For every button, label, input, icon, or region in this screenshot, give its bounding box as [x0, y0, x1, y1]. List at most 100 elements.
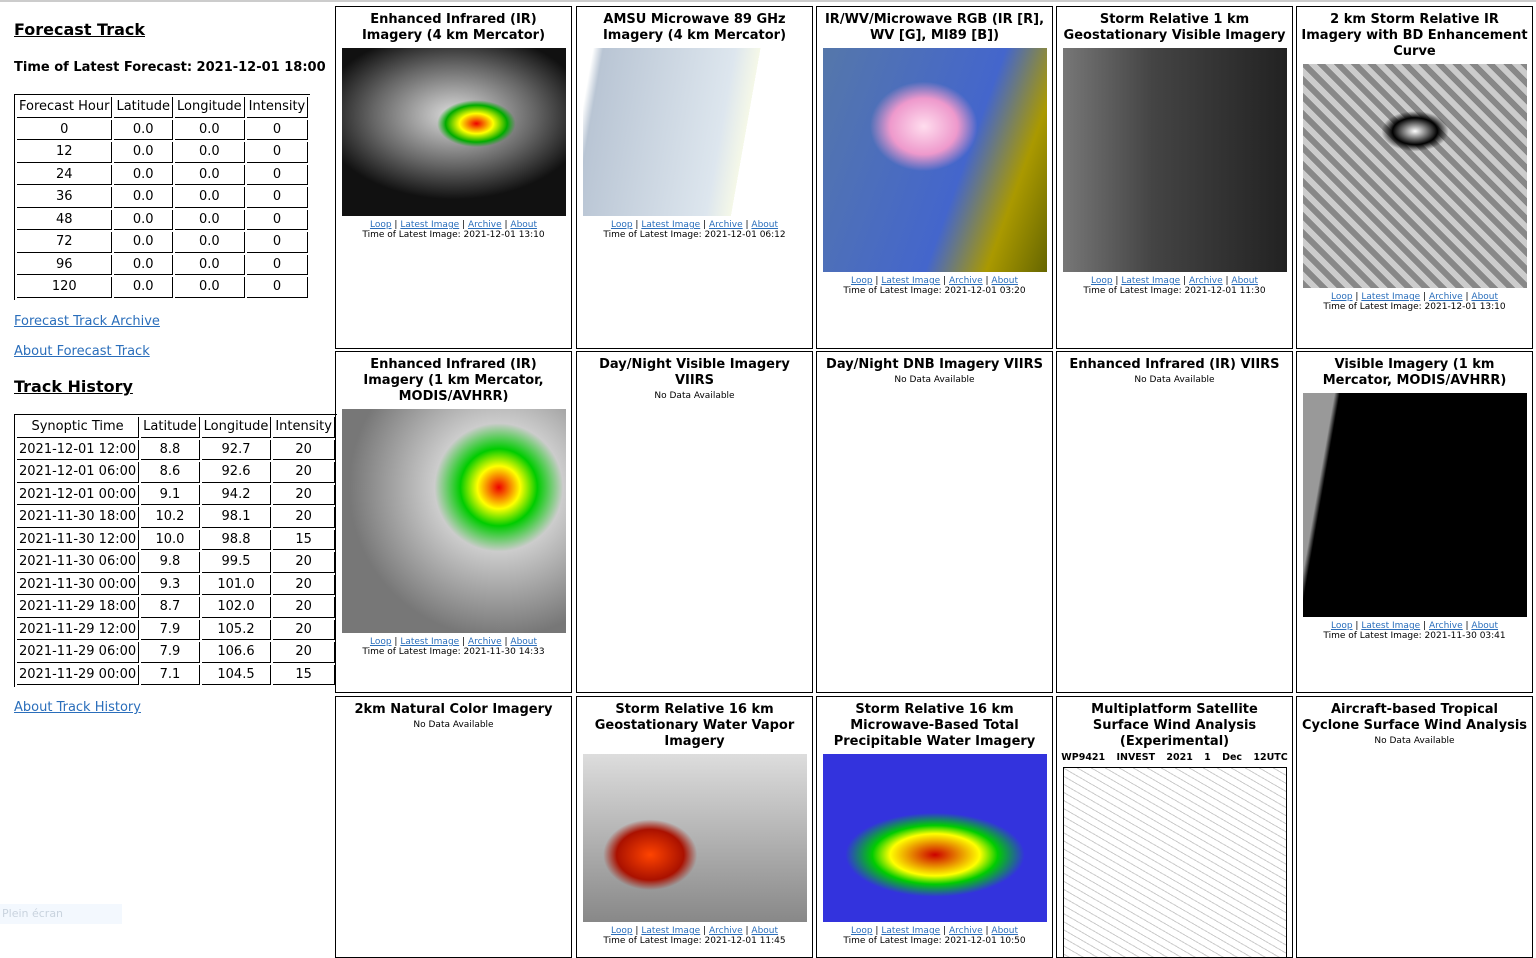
latest-image-link[interactable]: Latest Image: [641, 220, 700, 230]
archive-link[interactable]: Archive: [709, 220, 743, 230]
about-track-history-link[interactable]: About Track History: [14, 700, 141, 715]
track-history-heading: Track History: [14, 377, 133, 396]
forecast-row: 36 0.0 0.0 0: [17, 187, 309, 208]
latest-image-link[interactable]: Latest Image: [1361, 621, 1420, 631]
table-cell: 0.0: [114, 142, 173, 163]
satellite-image[interactable]: [822, 754, 1047, 922]
about-link[interactable]: About: [751, 926, 778, 936]
no-data-text: No Data Available: [413, 720, 494, 730]
satellite-image[interactable]: [822, 48, 1047, 272]
column-header: Intensity: [246, 97, 309, 118]
about-link[interactable]: About: [510, 220, 537, 230]
table-cell: 2021-11-29 06:00: [17, 642, 140, 663]
table-cell: 2021-11-30 00:00: [17, 574, 140, 595]
loop-link[interactable]: Loop: [1091, 276, 1113, 286]
archive-link[interactable]: Archive: [949, 276, 983, 286]
satellite-image[interactable]: [341, 409, 566, 633]
loop-link[interactable]: Loop: [1331, 292, 1353, 302]
table-cell: 0: [246, 187, 309, 208]
archive-link[interactable]: Archive: [468, 220, 502, 230]
table-cell: 20: [273, 574, 335, 595]
about-link[interactable]: About: [1471, 621, 1498, 631]
latest-image-link[interactable]: Latest Image: [1121, 276, 1180, 286]
history-row: 2021-12-01 12:00 8.8 92.7 20: [17, 439, 335, 460]
latest-image-link[interactable]: Latest Image: [881, 276, 940, 286]
forecast-track-archive-link[interactable]: Forecast Track Archive: [14, 314, 160, 329]
loop-link[interactable]: Loop: [370, 637, 392, 647]
panel-links: Loop | Latest Image | Archive | About: [1330, 292, 1499, 302]
archive-link[interactable]: Archive: [1189, 276, 1223, 286]
archive-link[interactable]: Archive: [1429, 621, 1463, 631]
loop-link[interactable]: Loop: [370, 220, 392, 230]
table-cell: 0: [246, 277, 309, 298]
panel-links: Loop | Latest Image | Archive | About: [850, 926, 1019, 936]
table-cell: 99.5: [201, 552, 272, 573]
satellite-image[interactable]: [1302, 393, 1527, 617]
forecast-row: 120 0.0 0.0 0: [17, 277, 309, 298]
about-link[interactable]: About: [1471, 292, 1498, 302]
loop-link[interactable]: Loop: [851, 926, 873, 936]
panel-title: Day/Night DNB Imagery VIIRS: [826, 357, 1043, 372]
table-cell: 8.6: [141, 462, 200, 483]
table-cell: 120: [17, 277, 113, 298]
forecast-row: 24 0.0 0.0 0: [17, 164, 309, 185]
archive-link[interactable]: Archive: [468, 637, 502, 647]
imagery-panel: Multiplatform Satellite Surface Wind Ana…: [1056, 696, 1293, 958]
latest-image-link[interactable]: Latest Image: [641, 926, 700, 936]
about-link[interactable]: About: [991, 926, 1018, 936]
satellite-image[interactable]: [582, 48, 807, 216]
archive-link[interactable]: Archive: [1429, 292, 1463, 302]
history-row: 2021-12-01 00:00 9.1 94.2 20: [17, 484, 335, 505]
table-cell: 10.2: [141, 507, 200, 528]
latest-image-link[interactable]: Latest Image: [400, 637, 459, 647]
satellite-image[interactable]: [1062, 48, 1287, 272]
about-link[interactable]: About: [1231, 276, 1258, 286]
panel-title: Multiplatform Satellite Surface Wind Ana…: [1091, 702, 1258, 749]
imagery-panel: Enhanced Infrared (IR) Imagery (1 km Mer…: [335, 351, 572, 693]
no-data-text: No Data Available: [894, 375, 975, 385]
imagery-panel: Storm Relative 16 km Microwave-Based Tot…: [816, 696, 1053, 958]
about-link[interactable]: About: [510, 637, 537, 647]
table-cell: 2021-12-01 12:00: [17, 439, 140, 460]
table-cell: 2021-11-29 12:00: [17, 619, 140, 640]
latest-image-link[interactable]: Latest Image: [881, 926, 940, 936]
about-link[interactable]: About: [991, 276, 1018, 286]
history-row: 2021-11-30 00:00 9.3 101.0 20: [17, 574, 335, 595]
loop-link[interactable]: Loop: [851, 276, 873, 286]
loop-link[interactable]: Loop: [611, 220, 633, 230]
table-cell: 9.1: [141, 484, 200, 505]
table-cell: 8.7: [141, 597, 200, 618]
satellite-image[interactable]: [1062, 767, 1287, 957]
table-cell: 0.0: [114, 254, 173, 275]
about-link[interactable]: About: [751, 220, 778, 230]
imagery-panel: Enhanced Infrared (IR) Imagery (4 km Mer…: [335, 6, 572, 349]
latest-image-link[interactable]: Latest Image: [400, 220, 459, 230]
table-cell: 20: [273, 507, 335, 528]
archive-link[interactable]: Archive: [949, 926, 983, 936]
panel-links: Loop | Latest Image | Archive | About: [850, 276, 1019, 286]
about-forecast-track-link[interactable]: About Forecast Track: [14, 344, 150, 359]
table-cell: 24: [17, 164, 113, 185]
satellite-image[interactable]: [1302, 64, 1527, 288]
table-cell: 0.0: [174, 277, 245, 298]
table-cell: 20: [273, 484, 335, 505]
table-cell: 94.2: [201, 484, 272, 505]
loop-link[interactable]: Loop: [611, 926, 633, 936]
table-cell: 0.0: [174, 187, 245, 208]
latest-image-link[interactable]: Latest Image: [1361, 292, 1420, 302]
satellite-image[interactable]: [582, 754, 807, 922]
table-cell: 20: [273, 462, 335, 483]
panel-links: Loop | Latest Image | Archive | About: [369, 220, 538, 230]
table-cell: 2021-12-01 00:00: [17, 484, 140, 505]
loop-link[interactable]: Loop: [1331, 621, 1353, 631]
table-cell: 2021-11-30 06:00: [17, 552, 140, 573]
panel-title: Storm Relative 16 km Microwave-Based Tot…: [833, 702, 1036, 749]
table-cell: 7.9: [141, 619, 200, 640]
latest-image-time: Time of Latest Image: 2021-12-01 13:10: [362, 230, 545, 240]
imagery-panel: 2 km Storm Relative IR Imagery with BD E…: [1296, 6, 1533, 349]
fullscreen-button[interactable]: Plein écran: [0, 904, 122, 924]
history-row: 2021-11-29 06:00 7.9 106.6 20: [17, 642, 335, 663]
archive-link[interactable]: Archive: [709, 926, 743, 936]
table-cell: 9.3: [141, 574, 200, 595]
satellite-image[interactable]: [341, 48, 566, 216]
